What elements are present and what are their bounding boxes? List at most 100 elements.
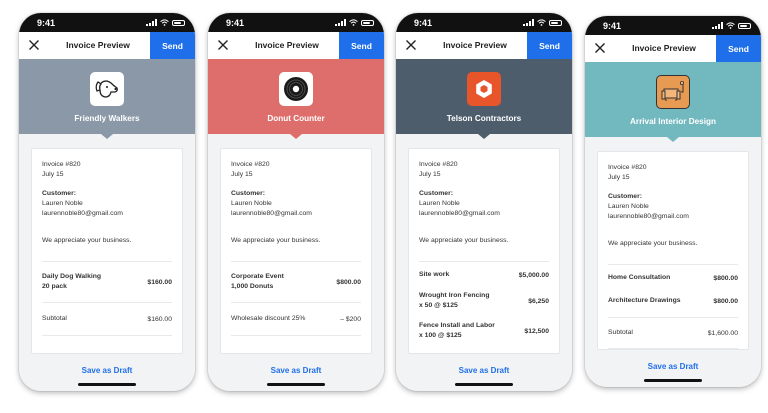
- page-title: Invoice Preview: [255, 40, 319, 50]
- customer-label: Customer:: [419, 190, 453, 197]
- divider: [231, 335, 361, 336]
- business-header: Donut Counter: [208, 59, 384, 139]
- line-item-detail: x 50 @ $125: [419, 302, 458, 309]
- home-indicator: [644, 379, 702, 382]
- invoice-number: Invoice #820: [608, 164, 647, 171]
- subtotal-value: $1,600.00: [707, 329, 738, 337]
- line-item-price: $6,250: [528, 297, 549, 305]
- band-notch: [478, 134, 490, 139]
- close-icon[interactable]: [594, 42, 606, 54]
- status-time: 9:41: [226, 18, 245, 28]
- line-item: Wrought Iron Fencing x 50 @ $125 $6,250: [419, 288, 549, 314]
- invoice-card: Invoice #820 July 15 Customer: Lauren No…: [220, 148, 372, 354]
- line-item-price: $5,000.00: [518, 271, 549, 279]
- nav-bar: Invoice Preview Send: [585, 35, 761, 63]
- customer-email: laurennoble80@gmail.com: [42, 210, 123, 217]
- invoice-message: We appreciate your business.: [231, 237, 321, 244]
- customer-name: Lauren Noble: [231, 200, 272, 207]
- phone-telson-contractors: 9:41 Invoice Preview Send Telson Contrac…: [396, 13, 572, 391]
- status-bar: 9:41: [208, 13, 384, 32]
- line-item-price: $800.00: [713, 297, 738, 305]
- status-bar: 9:41: [396, 13, 572, 32]
- phone-donut-counter: 9:41 Invoice Preview Send Donut Counter …: [208, 13, 384, 391]
- nav-bar: Invoice Preview Send: [208, 32, 384, 60]
- invoice-date: July 15: [419, 171, 441, 178]
- line-item-price: $160.00: [147, 278, 172, 286]
- page-title: Invoice Preview: [443, 40, 507, 50]
- business-logo: [90, 72, 124, 106]
- band-notch: [667, 137, 679, 142]
- signal-icon: [523, 19, 534, 26]
- customer-name: Lauren Noble: [42, 200, 83, 207]
- status-time: 9:41: [414, 18, 433, 28]
- wifi-icon: [726, 22, 735, 29]
- save-as-draft-button[interactable]: Save as Draft: [271, 366, 322, 375]
- line-item-name: Site work: [419, 271, 450, 278]
- home-indicator: [455, 383, 513, 386]
- close-icon[interactable]: [405, 39, 417, 51]
- business-logo: [279, 72, 313, 106]
- business-header: Friendly Walkers: [19, 59, 195, 139]
- status-bar: 9:41: [585, 16, 761, 35]
- customer-email: laurennoble80@gmail.com: [419, 210, 500, 217]
- send-button[interactable]: Send: [716, 35, 761, 62]
- dog-icon: [95, 80, 118, 98]
- battery-icon: [549, 19, 562, 26]
- business-header: Telson Contractors: [396, 59, 572, 139]
- invoice-message: We appreciate your business.: [608, 240, 698, 247]
- subtotal-row: Subtotal $1,600.00: [608, 318, 738, 348]
- line-item-name: Wrought Iron Fencing: [419, 292, 490, 299]
- line-item-detail: x 100 @ $125: [419, 332, 462, 339]
- battery-icon: [361, 19, 374, 26]
- send-button[interactable]: Send: [527, 32, 572, 59]
- line-item-name: Home Consultation: [608, 274, 671, 281]
- customer-name: Lauren Noble: [608, 203, 649, 210]
- divider: [42, 335, 172, 336]
- send-button[interactable]: Send: [339, 32, 384, 59]
- save-as-draft-button[interactable]: Save as Draft: [82, 366, 133, 375]
- invoice-date: July 15: [42, 171, 64, 178]
- band-notch: [290, 134, 302, 139]
- invoice-number: Invoice #820: [231, 161, 270, 168]
- invoice-card: Invoice #820 July 15 Customer: Lauren No…: [597, 151, 749, 350]
- send-button[interactable]: Send: [150, 32, 195, 59]
- business-logo: [467, 72, 501, 106]
- invoice-date: July 15: [231, 171, 253, 178]
- nav-bar: Invoice Preview Send: [19, 32, 195, 60]
- invoice-message: We appreciate your business.: [42, 237, 132, 244]
- line-item: Site work $5,000.00: [419, 262, 549, 288]
- home-indicator: [267, 383, 325, 386]
- line-item-name: Fence Install and Labor: [419, 322, 495, 329]
- business-name: Telson Contractors: [446, 114, 522, 123]
- invoice-number: Invoice #820: [419, 161, 458, 168]
- invoice-card: Invoice #820 July 15 Customer: Lauren No…: [31, 148, 183, 354]
- business-name: Arrival Interior Design: [630, 117, 716, 126]
- line-item-price: $800.00: [713, 274, 738, 282]
- nav-bar: Invoice Preview Send: [396, 32, 572, 60]
- customer-label: Customer:: [608, 193, 642, 200]
- wifi-icon: [349, 19, 358, 26]
- line-item-price: $800.00: [336, 278, 361, 286]
- phone-friendly-walkers: 9:41 Invoice Preview Send Friendly Walke…: [19, 13, 195, 391]
- home-indicator: [78, 383, 136, 386]
- save-as-draft-button[interactable]: Save as Draft: [459, 366, 510, 375]
- line-item-detail: 1,000 Donuts: [231, 283, 274, 290]
- customer-label: Customer:: [42, 190, 76, 197]
- close-icon[interactable]: [217, 39, 229, 51]
- customer-email: laurennoble80@gmail.com: [231, 210, 312, 217]
- line-item: Fence Install and Labor x 100 @ $125 $12…: [419, 314, 549, 348]
- line-item-detail: 20 pack: [42, 283, 67, 290]
- invoice-number: Invoice #820: [42, 161, 81, 168]
- business-name: Friendly Walkers: [74, 114, 140, 123]
- signal-icon: [712, 22, 723, 29]
- band-notch: [101, 134, 113, 139]
- wifi-icon: [537, 19, 546, 26]
- save-as-draft-button[interactable]: Save as Draft: [648, 362, 699, 371]
- customer-email: laurennoble80@gmail.com: [608, 213, 689, 220]
- invoice-message: We appreciate your business.: [419, 237, 509, 244]
- subtotal-row: Subtotal $160.00: [42, 303, 172, 335]
- close-icon[interactable]: [28, 39, 40, 51]
- line-item: Daily Dog Walking 20 pack $160.00: [42, 262, 172, 302]
- hexagon-icon: [476, 80, 492, 98]
- discount-label: Wholesale discount 25%: [231, 315, 306, 322]
